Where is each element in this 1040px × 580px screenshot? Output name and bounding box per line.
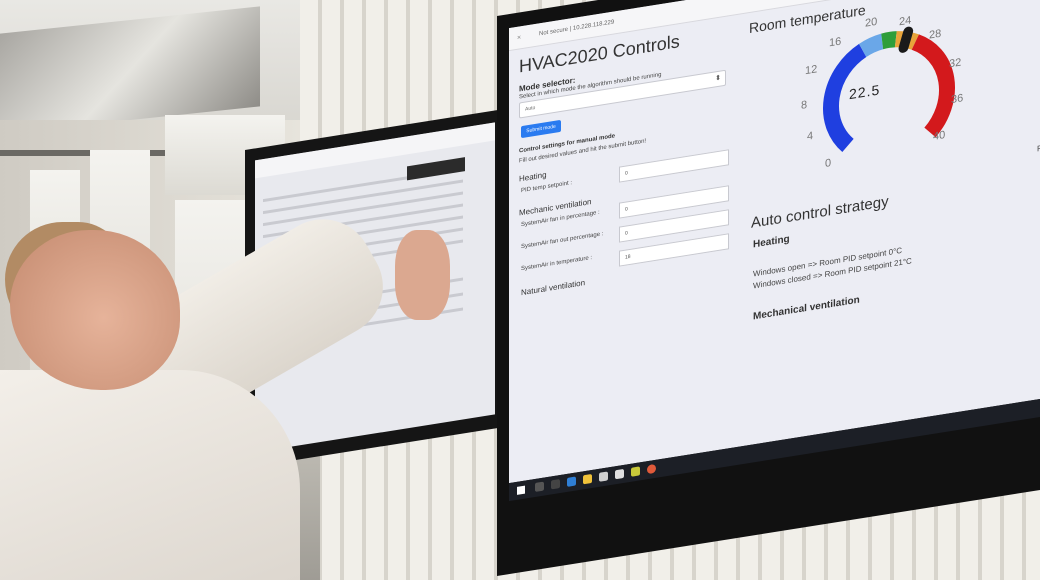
- store-icon[interactable]: [599, 471, 608, 482]
- gauge-tick: 32: [949, 56, 962, 71]
- person-hand: [395, 230, 450, 320]
- task-view-icon[interactable]: [551, 479, 560, 490]
- air-in-temp-label: SystemAir in temperature :: [521, 254, 593, 273]
- gauge-tick: 8: [801, 98, 808, 112]
- air-in-temp-value: 18: [625, 253, 631, 261]
- gauge-tick: 16: [829, 35, 842, 50]
- gauge-arc-light-blue: [859, 33, 884, 58]
- windows-start-icon[interactable]: [517, 485, 525, 495]
- chrome-icon[interactable]: [647, 463, 656, 475]
- fan-out-value: 0: [625, 230, 628, 237]
- app-icon[interactable]: [631, 466, 640, 477]
- auto-heating-heading: Heating: [753, 233, 790, 251]
- person-shirt: [0, 370, 300, 580]
- gauge-tick: 24: [899, 14, 912, 29]
- file-explorer-icon[interactable]: [583, 473, 592, 485]
- gauge-tick: 0: [825, 157, 832, 171]
- search-icon[interactable]: [535, 481, 544, 492]
- right-monitor: × Not secure | 10.228.118.229 HVAC2020 C…: [497, 0, 1040, 577]
- pid-value: 0: [625, 170, 628, 177]
- submit-mode-button[interactable]: Submit mode: [521, 119, 561, 139]
- pid-input[interactable]: 0: [619, 149, 729, 183]
- gauge-tick: 12: [805, 63, 818, 78]
- temperature-gauge: [823, 26, 955, 152]
- gauge-arc-hot: [911, 34, 955, 138]
- mode-select-value: Auto: [525, 104, 536, 113]
- gauge-arc-green: [881, 31, 897, 50]
- heating-heading: Heating: [519, 170, 547, 184]
- gauge-tick: 4: [807, 129, 814, 143]
- gauge-tick: 20: [865, 15, 878, 30]
- auto-control-title: Auto control strategy: [751, 192, 889, 232]
- edge-browser-icon[interactable]: [567, 476, 576, 487]
- fan-in-value: 0: [625, 206, 628, 213]
- gauge-tick: 28: [929, 27, 942, 42]
- gauge-tick: 40: [933, 129, 946, 143]
- photo-scene: × Not secure | 10.228.118.229 HVAC2020 C…: [0, 0, 1040, 580]
- gauge-tick: 36: [951, 92, 964, 107]
- natural-heading: Natural ventilation: [521, 278, 586, 298]
- tab-close-icon[interactable]: ×: [517, 34, 521, 42]
- left-dropdown[interactable]: [407, 157, 465, 181]
- auto-mechanical-heading: Mechanical ventilation: [753, 294, 860, 323]
- address-bar[interactable]: Not secure | 10.228.118.229: [539, 19, 614, 37]
- chevron-down-icon: ⬍: [715, 74, 721, 83]
- mail-icon[interactable]: [615, 468, 624, 480]
- fan-out-label: SystemAir fan out percentage :: [521, 231, 604, 251]
- pid-label: PID temp setpoint :: [521, 180, 573, 195]
